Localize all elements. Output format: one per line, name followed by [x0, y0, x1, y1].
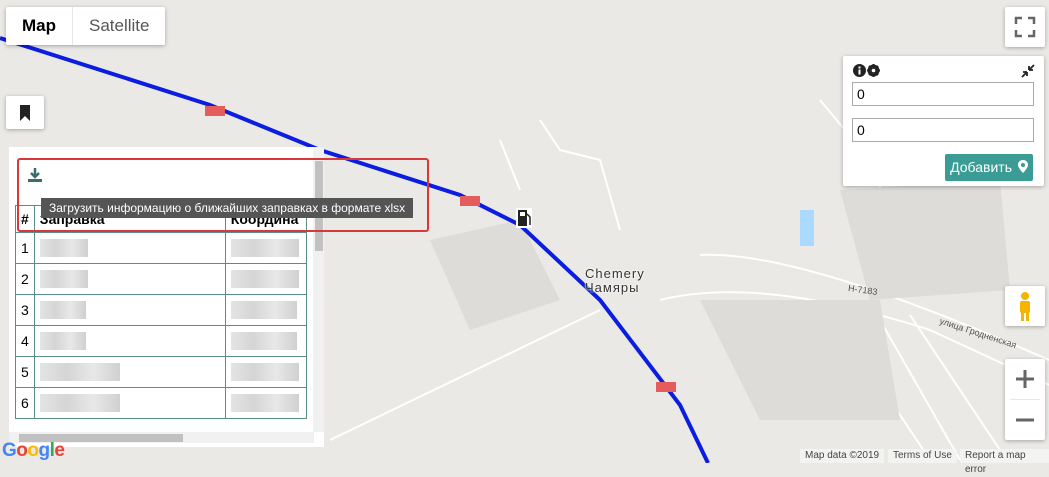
table-row[interactable]: 4 [15, 325, 307, 357]
table-row[interactable]: 6 [15, 387, 307, 419]
fuel-station-icon [516, 208, 532, 228]
place-label-cyrillic: Чамяры [585, 280, 640, 295]
bookmark-button[interactable] [6, 96, 44, 129]
add-button-label: Добавить [950, 159, 1012, 175]
zoom-control [1005, 359, 1045, 440]
coordinate-input-1[interactable] [852, 82, 1034, 106]
coordinate-input-2[interactable] [852, 118, 1034, 142]
google-logo[interactable]: Google [2, 440, 65, 462]
minus-icon [1016, 418, 1034, 422]
gear-icon[interactable] [867, 64, 880, 77]
coordinates-panel: Добавить [843, 56, 1044, 186]
map-type-map-button[interactable]: Map [6, 7, 73, 45]
table-row[interactable]: 5 [15, 356, 307, 388]
zoom-in-button[interactable] [1005, 359, 1045, 399]
fullscreen-button[interactable] [1005, 7, 1045, 47]
street-view-button[interactable] [1005, 286, 1045, 326]
add-button[interactable]: Добавить [945, 154, 1033, 181]
fullscreen-icon [1014, 16, 1036, 38]
map-marker-icon [1017, 160, 1028, 173]
map-type-control: Map Satellite [6, 7, 166, 45]
report-map-error-link[interactable]: Report a map error [960, 449, 1049, 475]
fuel-stations-table: # Заправка Координа 1 2 3 4 5 6 [15, 205, 307, 419]
zoom-out-button[interactable] [1005, 400, 1045, 440]
map-data-attribution: Map data ©2019 [800, 449, 885, 463]
map-type-satellite-button[interactable]: Satellite [73, 7, 165, 45]
table-row[interactable]: 1 [15, 232, 307, 264]
place-label-latin: Chemery [585, 266, 645, 281]
table-row[interactable]: 3 [15, 294, 307, 326]
plus-icon [1016, 370, 1034, 388]
info-icon[interactable] [853, 64, 866, 77]
highlight-box [17, 158, 429, 232]
bookmark-icon [20, 105, 30, 121]
collapse-icon[interactable] [1021, 64, 1035, 78]
table-row[interactable]: 2 [15, 263, 307, 295]
pegman-icon [1020, 292, 1030, 321]
terms-of-use-link[interactable]: Terms of Use [888, 449, 957, 463]
